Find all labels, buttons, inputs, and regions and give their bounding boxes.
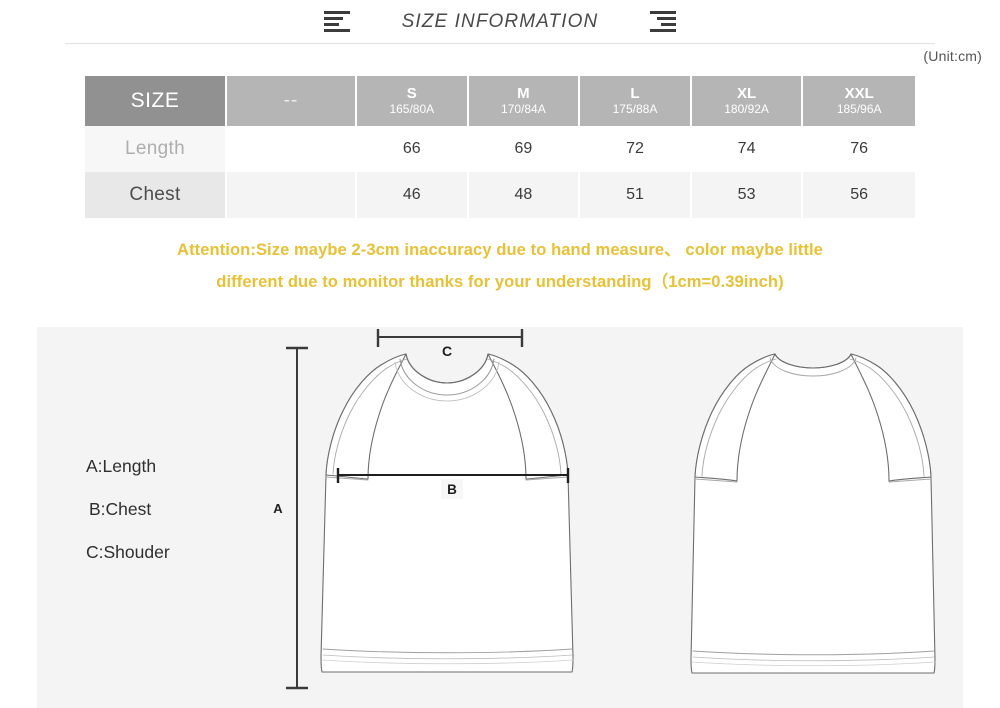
- table-corner-cell: SIZE: [85, 76, 227, 126]
- size-name: M: [517, 84, 530, 102]
- table-size-col-m: M 170/84A: [468, 76, 581, 126]
- align-left-icon: [323, 10, 350, 34]
- table-row: Chest 46 48 51 53 56: [85, 172, 915, 218]
- table-dash-cell: --: [227, 76, 357, 126]
- unit-note: (Unit:cm): [923, 48, 982, 64]
- garment-front-view: [320, 353, 574, 673]
- measure-b-label: B: [447, 482, 457, 497]
- table-size-col-l: L 175/88A: [580, 76, 692, 126]
- table-row: Length 66 69 72 74 76: [85, 126, 915, 172]
- cell-length-l: 72: [580, 126, 692, 172]
- page-title: SIZE INFORMATION: [401, 10, 599, 32]
- size-name: XL: [736, 84, 757, 102]
- table-size-col-xl: XL 180/92A: [691, 76, 804, 126]
- cell-length-s: 66: [357, 126, 469, 172]
- table-size-col-xxl: XXL 185/96A: [803, 76, 915, 126]
- cell-chest-m: 48: [469, 172, 581, 218]
- attention-line-2: different due to monitor thanks for your…: [216, 273, 784, 291]
- size-spec: 175/88A: [612, 101, 658, 116]
- measurement-diagram-panel: A:Length B:Chest C:Shouder A C B: [37, 327, 963, 708]
- cell-chest-s: 46: [357, 172, 469, 218]
- align-right-icon: [650, 10, 677, 34]
- measure-a-label: A: [273, 501, 283, 516]
- row-spacer-cell: [227, 172, 357, 218]
- cell-chest-xl: 53: [692, 172, 804, 218]
- size-spec: 180/92A: [724, 101, 769, 116]
- size-spec: 165/80A: [389, 101, 435, 116]
- page-header: SIZE INFORMATION: [0, 0, 1000, 43]
- measure-c-label: C: [442, 343, 452, 359]
- cell-chest-l: 51: [580, 172, 692, 218]
- row-label-length: Length: [85, 126, 227, 172]
- size-name: S: [406, 84, 417, 102]
- size-name: XXL: [844, 84, 874, 102]
- table-size-col-s: S 165/80A: [357, 76, 469, 126]
- size-name: L: [630, 84, 640, 102]
- cell-length-xxl: 76: [850, 140, 869, 157]
- size-spec: 185/96A: [836, 101, 882, 116]
- attention-line-1: Attention:Size maybe 2-3cm inaccuracy du…: [177, 241, 823, 259]
- measure-a-group: [286, 346, 308, 690]
- row-label-chest: Chest: [85, 172, 227, 218]
- header-divider: [65, 43, 935, 44]
- size-table: SIZE -- S 165/80A M 170/84A L 175/88A XL…: [85, 76, 915, 218]
- size-spec: 170/84A: [501, 101, 546, 116]
- garment-illustration: A C B: [273, 329, 936, 690]
- garment-back-view: [690, 353, 936, 674]
- cell-chest-xxl: 56: [850, 186, 869, 203]
- cell-length-m: 69: [469, 126, 581, 172]
- cell-length-xl: 74: [692, 126, 804, 172]
- table-header-row: SIZE -- S 165/80A M 170/84A L 175/88A XL…: [85, 76, 915, 126]
- row-spacer-cell: [227, 126, 357, 172]
- attention-note: Attention:Size maybe 2-3cm inaccuracy du…: [0, 234, 1000, 298]
